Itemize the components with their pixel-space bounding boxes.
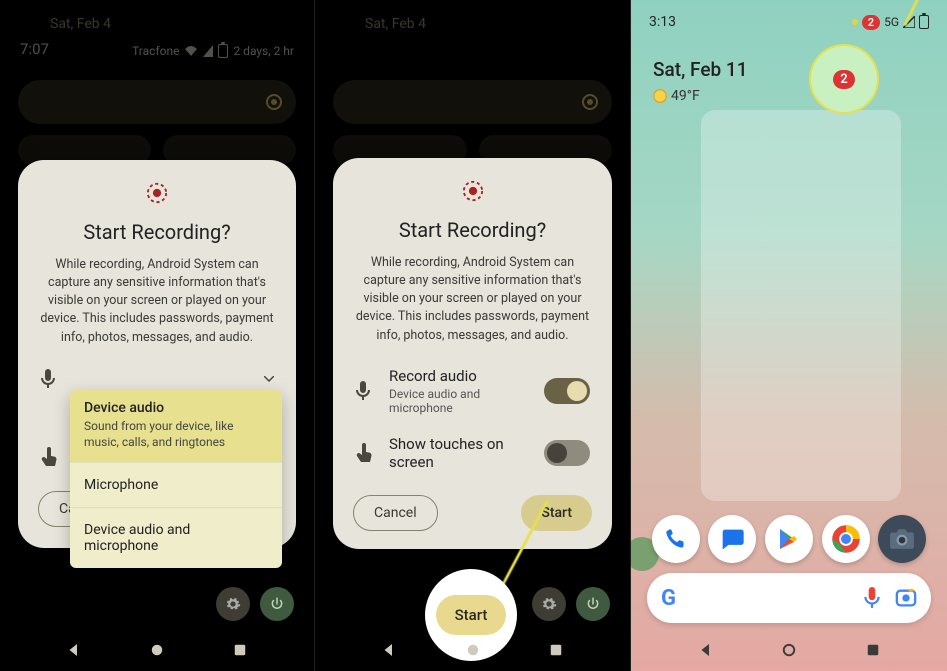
- badge-callout: 2: [811, 46, 877, 112]
- quick-settings-corners: [216, 587, 294, 621]
- dialog-body: While recording, Android System can capt…: [38, 256, 276, 347]
- dropdown-option-microphone[interactable]: Microphone: [70, 463, 282, 507]
- status-bar: 3:13 2 5G: [631, 14, 947, 30]
- power-chip[interactable]: [576, 587, 610, 621]
- dialog-body: While recording, Android System can capt…: [353, 254, 592, 345]
- chevron-down-icon: [264, 376, 274, 382]
- play-store-app[interactable]: [765, 515, 813, 563]
- dialog-buttons: Cancel Start: [353, 495, 592, 531]
- show-touches-row: Show touches on screen: [353, 429, 592, 477]
- dropdown-option-both[interactable]: Device audio and microphone: [70, 508, 282, 568]
- network-label: 5G: [884, 15, 899, 29]
- nav-bar: [631, 629, 947, 671]
- recents-icon[interactable]: [864, 641, 882, 659]
- lens-icon[interactable]: [895, 587, 917, 609]
- dialog-title: Start Recording?: [353, 218, 592, 242]
- recents-icon[interactable]: [231, 641, 249, 659]
- option-subtitle: Sound from your device, like music, call…: [84, 419, 268, 450]
- record-audio-title: Record audio: [389, 367, 530, 385]
- weather-widget[interactable]: 49°F: [653, 88, 700, 104]
- record-audio-row: Record audio Device audio and microphone: [353, 361, 592, 421]
- home-icon[interactable]: [464, 641, 482, 659]
- callout-badge: 2: [833, 70, 854, 89]
- settings-chip[interactable]: [216, 587, 250, 621]
- back-icon[interactable]: [697, 641, 715, 659]
- nav-bar: [315, 629, 630, 671]
- record-icon: [146, 182, 168, 204]
- screenshot-2: Sat, Feb 4 Start Recording? While record…: [315, 0, 631, 671]
- home-date[interactable]: Sat, Feb 11: [653, 58, 748, 81]
- mic-icon: [40, 369, 60, 389]
- home-icon[interactable]: [780, 641, 798, 659]
- record-icon: [462, 180, 484, 202]
- notification-badge: 2: [862, 15, 880, 30]
- battery-icon: [919, 15, 929, 29]
- mic-icon: [355, 381, 375, 401]
- messages-app[interactable]: [708, 515, 756, 563]
- start-recording-dialog: Start Recording? While recording, Androi…: [18, 160, 296, 548]
- audio-source-dropdown: Device audio Sound from your device, lik…: [70, 390, 282, 568]
- screenshot-3: 3:13 2 5G 2 Sat, Feb 11 49°F G: [631, 0, 947, 671]
- show-touches-title: Show touches on screen: [389, 435, 530, 471]
- home-icon[interactable]: [148, 641, 166, 659]
- dialog-title: Start Recording?: [38, 220, 276, 244]
- touch-icon: [355, 443, 375, 463]
- record-audio-subtitle: Device audio and microphone: [389, 387, 530, 415]
- status-right: 2 5G: [852, 15, 929, 30]
- clock: 3:13: [649, 14, 676, 30]
- screenshot-1: Sat, Feb 4 7:07 Tracfone 2 days, 2 hr St…: [0, 0, 315, 671]
- sun-icon: [653, 89, 667, 103]
- camera-app[interactable]: [878, 515, 926, 563]
- google-g-icon: G: [661, 586, 676, 611]
- recording-indicator-icon: [852, 19, 858, 25]
- phone-app[interactable]: [652, 515, 700, 563]
- temperature: 49°F: [671, 88, 700, 104]
- touch-icon: [40, 447, 60, 467]
- record-audio-toggle[interactable]: [544, 378, 590, 404]
- google-search-bar[interactable]: G: [647, 573, 931, 623]
- option-title: Device audio: [84, 400, 268, 416]
- back-icon[interactable]: [380, 641, 398, 659]
- dropdown-option-device-audio[interactable]: Device audio Sound from your device, lik…: [70, 390, 282, 462]
- settings-chip[interactable]: [532, 587, 566, 621]
- recents-icon[interactable]: [547, 641, 565, 659]
- quick-settings-corners: [532, 587, 610, 621]
- power-chip[interactable]: [260, 587, 294, 621]
- chrome-app[interactable]: [822, 515, 870, 563]
- dock: [631, 515, 947, 563]
- back-icon[interactable]: [65, 641, 83, 659]
- start-recording-dialog: Start Recording? While recording, Androi…: [333, 158, 612, 549]
- wallpaper-tile: [701, 110, 901, 501]
- nav-bar: [0, 629, 314, 671]
- cancel-button[interactable]: Cancel: [353, 495, 438, 531]
- show-touches-toggle[interactable]: [544, 440, 590, 466]
- mic-icon[interactable]: [863, 587, 881, 609]
